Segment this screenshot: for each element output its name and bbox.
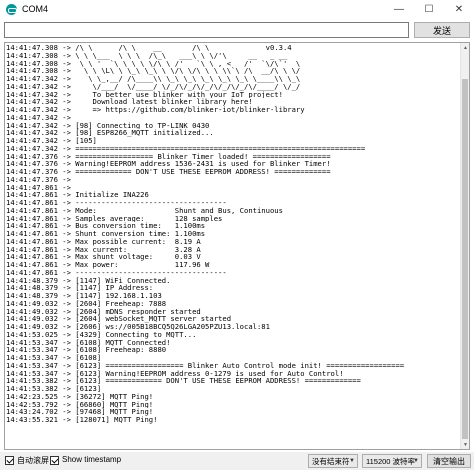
console-line: 14:42:23.525 -> [36272] MQTT Ping!	[6, 392, 154, 401]
console-line: 14:42:53.792 -> [66860] MQTT Ping!	[6, 400, 154, 409]
console-line: 14:41:47.376 -> ============= DON'T USE …	[6, 168, 331, 176]
scroll-down-icon[interactable]: ▼	[461, 440, 469, 449]
autoscroll-checkbox[interactable]	[5, 456, 14, 465]
send-bar: 发送	[0, 20, 474, 40]
console-line: 14:41:47.861 -> Initialize INA226	[6, 191, 149, 199]
maximize-button[interactable]: ☐	[414, 0, 444, 18]
console-line: 14:41:47.861 -> ------------------------…	[6, 268, 227, 277]
timestamp-label: Show timestamp	[62, 455, 122, 464]
console-line: 14:43:24.702 -> [97468] MQTT Ping!	[6, 408, 154, 416]
console-line: 14:41:47.342 ->	[6, 113, 76, 122]
minimize-button[interactable]: —	[384, 0, 414, 18]
console-line: 14:41:53.347 -> [6123] =================…	[6, 361, 405, 370]
console-line: 14:41:53.347 -> [6108] MQTT Connected!	[6, 338, 171, 347]
scroll-up-icon[interactable]: ▲	[461, 43, 469, 52]
clear-output-button[interactable]: 清空输出	[427, 454, 471, 468]
console-line: 14:41:47.861 ->	[6, 183, 76, 192]
console-line: 14:41:47.342 -> ========================…	[6, 144, 366, 153]
console-line: 14:41:53.347 -> [6123] Warning!EEPROM ad…	[6, 369, 344, 378]
console-log: 14:41:47.308 -> /\ \ /\ \ __ /\ \ v0.3.4…	[6, 44, 459, 448]
baud-rate-select[interactable]: 115200 波特率 ▼	[362, 454, 422, 468]
timestamp-checkbox[interactable]	[50, 456, 59, 465]
console-line: 14:41:49.032 -> [2604] Freeheap: 7888	[6, 299, 167, 308]
baud-rate-value: 115200 波特率	[366, 456, 416, 466]
console-line: 14:41:47.308 -> /\ \ /\ \ __ /\ \ v0.3.4	[6, 44, 292, 52]
console-line: 14:41:53.382 -> [6123] ============= DON…	[6, 377, 361, 385]
console-line: 14:41:47.342 -> [98] ESP8266_MQTT initia…	[6, 129, 214, 137]
console-line: 14:41:47.861 -> Samples average: 128 sam…	[6, 214, 223, 223]
console-line: 14:41:47.308 -> \ \ '__`\ \ \ \ \/\ \ /'…	[6, 59, 301, 68]
console-line: 14:41:47.861 -> Mode: Shunt and Bus, Con…	[6, 206, 283, 215]
console-line: 14:41:48.379 -> [1147] 192.168.1.103	[6, 292, 162, 300]
line-ending-value: 没有结束符	[312, 456, 350, 466]
console-line: 14:41:47.342 -> To better use blinker wi…	[6, 90, 283, 99]
title-bar: COM4 — ☐ ✕	[0, 0, 474, 18]
console-line: 14:41:49.032 -> [2604] webSocket_MQTT se…	[6, 315, 232, 323]
line-ending-select[interactable]: 没有结束符 ▼	[308, 454, 358, 468]
chevron-down-icon: ▼	[349, 458, 355, 464]
console-line: 14:41:53.347 -> [6108] Freeheap: 8880	[6, 346, 167, 354]
console-line: 14:41:47.861 -> Max possible current: 8.…	[6, 237, 201, 246]
console-line: 14:41:47.308 -> \ \ \___ \ \ \ /\_\ ___\…	[6, 51, 288, 60]
send-input[interactable]	[4, 22, 409, 38]
console-line: 14:41:49.032 -> [2606] ws://005B18BCQ5Q2…	[6, 323, 270, 331]
console-line: 14:41:47.376 -> Warning!EEPROM address 1…	[6, 160, 331, 168]
console-line: 14:41:47.861 -> Shunt conversion time: 1…	[6, 230, 206, 238]
send-button[interactable]: 发送	[414, 22, 470, 38]
console-line: 14:41:48.379 -> [1147] IP Address:	[6, 284, 154, 292]
console-line: 14:41:53.382 -> [6123]	[6, 385, 102, 393]
console-line: 14:41:47.342 -> [98] Connecting to TP-LI…	[6, 121, 210, 130]
arduino-icon	[6, 3, 17, 15]
console-line: 14:41:47.342 -> => https://github.com/bl…	[6, 106, 305, 114]
serial-output-area[interactable]: 14:41:47.308 -> /\ \ /\ \ __ /\ \ v0.3.4…	[4, 42, 470, 450]
console-line: 14:43:55.321 -> [128071] MQTT Ping!	[6, 416, 158, 424]
console-line: 14:41:47.861 -> ------------------------…	[6, 199, 227, 207]
chevron-down-icon: ▼	[413, 458, 419, 464]
console-line: 14:41:47.376 ->	[6, 175, 76, 184]
window-controls: — ☐ ✕	[384, 0, 474, 18]
scrollbar-thumb[interactable]	[462, 79, 468, 439]
console-line: 14:41:53.025 -> [4329] Connecting to MQT…	[6, 330, 197, 339]
console-line: 14:41:47.342 -> \ \_,__/ /\____\\ \_\ \_…	[6, 75, 301, 83]
console-line: 14:41:47.861 -> Bus conversion time: 1.1…	[6, 222, 206, 230]
autoscroll-label: 自动滚屏	[17, 456, 49, 465]
console-line: 14:41:47.861 -> Max power: 117.96 W	[6, 261, 210, 269]
console-line: 14:41:49.032 -> [2604] mDNS responder st…	[6, 307, 201, 316]
vertical-scrollbar[interactable]: ▲ ▼	[460, 43, 469, 449]
console-line: 14:41:47.342 -> [105]	[6, 137, 97, 145]
console-line: 14:41:47.861 -> Max current: 3.28 A	[6, 245, 201, 254]
console-line: 14:41:53.347 -> [6108]	[6, 354, 102, 362]
status-bar: 自动滚屏 Show timestamp 没有结束符 ▼ 115200 波特率 ▼…	[0, 452, 474, 470]
console-line: 14:41:47.308 -> \ \ \L\ \ \_\ \_\ \ \/\ …	[6, 67, 301, 75]
console-line: 14:41:47.342 -> \/___/ \/____/ \/_/\/_/\…	[6, 82, 301, 91]
console-line: 14:41:47.342 -> Download latest blinker …	[6, 98, 253, 106]
window-title: COM4	[22, 4, 49, 14]
close-button[interactable]: ✕	[444, 0, 474, 18]
console-line: 14:41:47.376 -> ================== Blink…	[6, 152, 331, 161]
console-line: 14:41:47.861 -> Max shunt voltage: 0.03 …	[6, 253, 201, 261]
console-line: 14:41:48.379 -> [1147] WiFi Connected.	[6, 276, 171, 285]
